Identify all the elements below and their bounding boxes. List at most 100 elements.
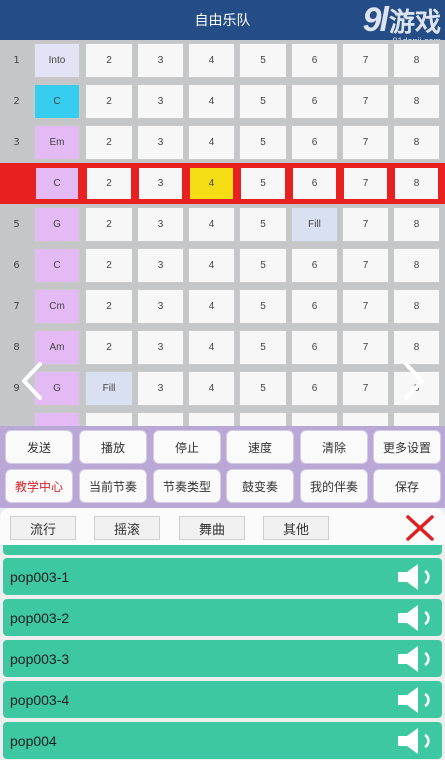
tab-other[interactable]: 其他 (263, 516, 329, 540)
beat-cell[interactable]: 3 (137, 289, 184, 324)
chord-cell[interactable]: G (34, 207, 80, 242)
beat-cell[interactable]: 6 (291, 289, 338, 324)
beat-cell[interactable]: 3 (137, 371, 184, 406)
speaker-icon[interactable] (396, 645, 436, 673)
beat-cell[interactable]: 2 (85, 166, 133, 201)
send-button[interactable]: 发送 (5, 430, 73, 464)
beat-cell[interactable]: 8 (393, 166, 440, 201)
current-rhythm-button[interactable]: 当前节奏 (79, 469, 147, 503)
beat-cell[interactable]: 6 (291, 248, 338, 283)
teaching-center-button[interactable]: 教学中心 (5, 469, 73, 503)
beat-cell[interactable]: 5 (239, 125, 287, 160)
speaker-icon[interactable] (396, 563, 436, 591)
tab-rock[interactable]: 摇滚 (94, 516, 160, 540)
beat-cell[interactable]: 8 (393, 84, 440, 119)
speaker-icon[interactable] (396, 686, 436, 714)
beat-cell[interactable]: 6 (291, 84, 338, 119)
beat-cell[interactable]: 4 (188, 207, 235, 242)
beat-cell[interactable]: 2 (85, 125, 133, 160)
beat-cell[interactable]: 7 (342, 166, 389, 201)
beat-cell[interactable]: 8 (393, 248, 440, 283)
beat-cell[interactable]: 4 (188, 371, 235, 406)
beat-cell[interactable]: 8 (393, 207, 440, 242)
beat-cell[interactable]: 8 (393, 125, 440, 160)
beat-cell[interactable]: 2 (85, 84, 133, 119)
beat-cell[interactable]: 7 (342, 125, 389, 160)
beat-cell[interactable]: 7 (342, 43, 389, 78)
beat-cell[interactable]: 7 (342, 289, 389, 324)
list-item[interactable]: pop004 (3, 722, 442, 759)
beat-cell[interactable]: 3 (137, 125, 184, 160)
beat-cell[interactable]: 5 (239, 371, 287, 406)
clear-button[interactable]: 清除 (300, 430, 368, 464)
speaker-icon[interactable] (396, 604, 436, 632)
beat-cell[interactable]: 4 (188, 43, 235, 78)
beat-cell[interactable]: 2 (85, 207, 133, 242)
beat-cell[interactable]: 7 (342, 248, 389, 283)
beat-cell[interactable]: 4 (188, 248, 235, 283)
beat-cell[interactable]: 5 (239, 84, 287, 119)
list-item[interactable]: pop003-3 (3, 640, 442, 677)
beat-cell[interactable]: 3 (137, 84, 184, 119)
beat-cell[interactable]: 3 (137, 248, 184, 283)
beat-cell[interactable]: 7 (342, 371, 389, 406)
beat-cell[interactable]: 4 (188, 330, 235, 365)
beat-cell[interactable]: 7 (342, 330, 389, 365)
chord-cell[interactable]: C (34, 166, 80, 201)
beat-cell[interactable]: 4 (188, 166, 235, 201)
beat-cell[interactable]: Fill (291, 207, 338, 242)
beat-cell[interactable]: 3 (137, 207, 184, 242)
list-item[interactable]: pop003-4 (3, 681, 442, 718)
list-item[interactable]: pop003-1 (3, 558, 442, 595)
play-button[interactable]: 播放 (79, 430, 147, 464)
chord-cell[interactable]: Into (34, 43, 80, 78)
tab-pop[interactable]: 流行 (10, 516, 76, 540)
drum-variation-button[interactable]: 鼓变奏 (226, 469, 294, 503)
beat-cell[interactable]: Fill (85, 371, 133, 406)
speed-button[interactable]: 速度 (226, 430, 294, 464)
beat-cell[interactable]: 3 (137, 166, 184, 201)
beat-cell[interactable]: 2 (85, 330, 133, 365)
beat-cell[interactable]: 6 (291, 125, 338, 160)
beat-cell[interactable]: 2 (85, 43, 133, 78)
stop-button[interactable]: 停止 (153, 430, 221, 464)
row-number: 5 (13, 219, 20, 230)
chord-cell[interactable]: C (34, 248, 80, 283)
chord-cell[interactable]: Cm (34, 289, 80, 324)
rhythm-type-button[interactable]: 节奏类型 (153, 469, 221, 503)
beat-cell[interactable]: 5 (239, 166, 287, 201)
beat-cell[interactable]: 5 (239, 248, 287, 283)
beat-cell[interactable]: 4 (188, 289, 235, 324)
beat-cell[interactable]: 6 (291, 166, 338, 201)
beat-cell[interactable]: 5 (239, 43, 287, 78)
beat-cell[interactable]: 5 (239, 330, 287, 365)
beat-cell[interactable]: 8 (393, 289, 440, 324)
speaker-icon[interactable] (396, 727, 436, 755)
chord-cell[interactable]: C (34, 84, 80, 119)
beat-cell[interactable]: 6 (291, 330, 338, 365)
list-item[interactable]: pop003-2 (3, 599, 442, 636)
beat-cell[interactable]: 2 (85, 289, 133, 324)
more-settings-button[interactable]: 更多设置 (373, 430, 441, 464)
beat-cell[interactable]: 4 (188, 125, 235, 160)
beat-cell[interactable]: 6 (291, 43, 338, 78)
beat-cell[interactable]: 3 (137, 43, 184, 78)
list-item-partial[interactable] (3, 545, 442, 555)
beat-cell[interactable]: 4 (188, 84, 235, 119)
beat-cell[interactable]: 5 (239, 207, 287, 242)
beat-cell[interactable]: 6 (291, 371, 338, 406)
title-bar: 自由乐队 9l游戏 91danji.com (0, 0, 445, 46)
beat-cell[interactable]: 3 (137, 330, 184, 365)
prev-page-arrow[interactable] (18, 360, 46, 402)
beat-cell[interactable]: 5 (239, 289, 287, 324)
my-accompaniment-button[interactable]: 我的伴奏 (300, 469, 368, 503)
close-button[interactable] (405, 514, 435, 542)
beat-cell[interactable]: 2 (85, 248, 133, 283)
beat-cell[interactable]: 7 (342, 84, 389, 119)
beat-cell[interactable]: 8 (393, 43, 440, 78)
tab-dance[interactable]: 舞曲 (179, 516, 245, 540)
save-button[interactable]: 保存 (373, 469, 441, 503)
next-page-arrow[interactable] (400, 360, 428, 402)
chord-cell[interactable]: Em (34, 125, 80, 160)
beat-cell[interactable]: 7 (342, 207, 389, 242)
